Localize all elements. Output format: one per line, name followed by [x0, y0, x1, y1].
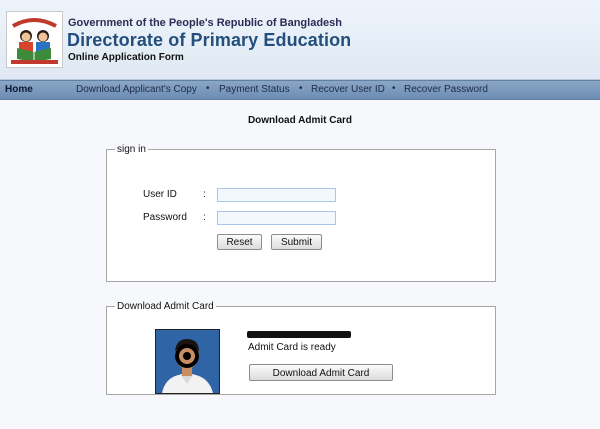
nav-payment-status[interactable]: Payment Status: [219, 84, 290, 95]
nav-download-applicants-copy[interactable]: Download Applicant's Copy: [76, 84, 197, 95]
user-id-label: User ID: [143, 189, 177, 200]
admit-card-fieldset: Download Admit Card Admit Card is ready …: [106, 301, 496, 395]
site-subtitle: Online Application Form: [68, 52, 184, 63]
nav-bar: Home Download Applicant's Copy • Payment…: [0, 80, 600, 100]
nav-separator: •: [299, 83, 303, 94]
nav-recover-password[interactable]: Recover Password: [404, 84, 488, 95]
password-input[interactable]: [217, 211, 336, 225]
site-title: Directorate of Primary Education: [67, 30, 352, 50]
applicant-portrait-icon: [156, 330, 219, 393]
user-id-input[interactable]: [217, 188, 336, 202]
applicant-name-redacted: [247, 331, 351, 338]
password-label: Password: [143, 212, 187, 223]
signin-fieldset: sign in User ID : Password : Reset Submi…: [106, 144, 496, 282]
submit-button[interactable]: Submit: [271, 234, 322, 250]
org-line: Government of the People's Republic of B…: [68, 17, 342, 29]
page-title: Download Admit Card: [247, 115, 353, 126]
admit-card-legend: Download Admit Card: [117, 301, 214, 312]
logo-children-reading-icon: [7, 12, 62, 67]
reset-button[interactable]: Reset: [217, 234, 262, 250]
admit-status-text: Admit Card is ready: [248, 342, 336, 353]
nav-home-link[interactable]: Home: [5, 84, 33, 95]
applicant-photo: [155, 329, 220, 394]
download-admit-card-button[interactable]: Download Admit Card: [249, 364, 393, 381]
site-header: Government of the People's Republic of B…: [0, 0, 600, 80]
nav-separator: •: [206, 83, 210, 94]
logo: [6, 11, 63, 68]
nav-recover-user-id[interactable]: Recover User ID: [311, 84, 385, 95]
signin-legend: sign in: [117, 144, 146, 155]
nav-separator: •: [392, 83, 396, 94]
password-colon: :: [203, 212, 206, 223]
user-id-colon: :: [203, 189, 206, 200]
